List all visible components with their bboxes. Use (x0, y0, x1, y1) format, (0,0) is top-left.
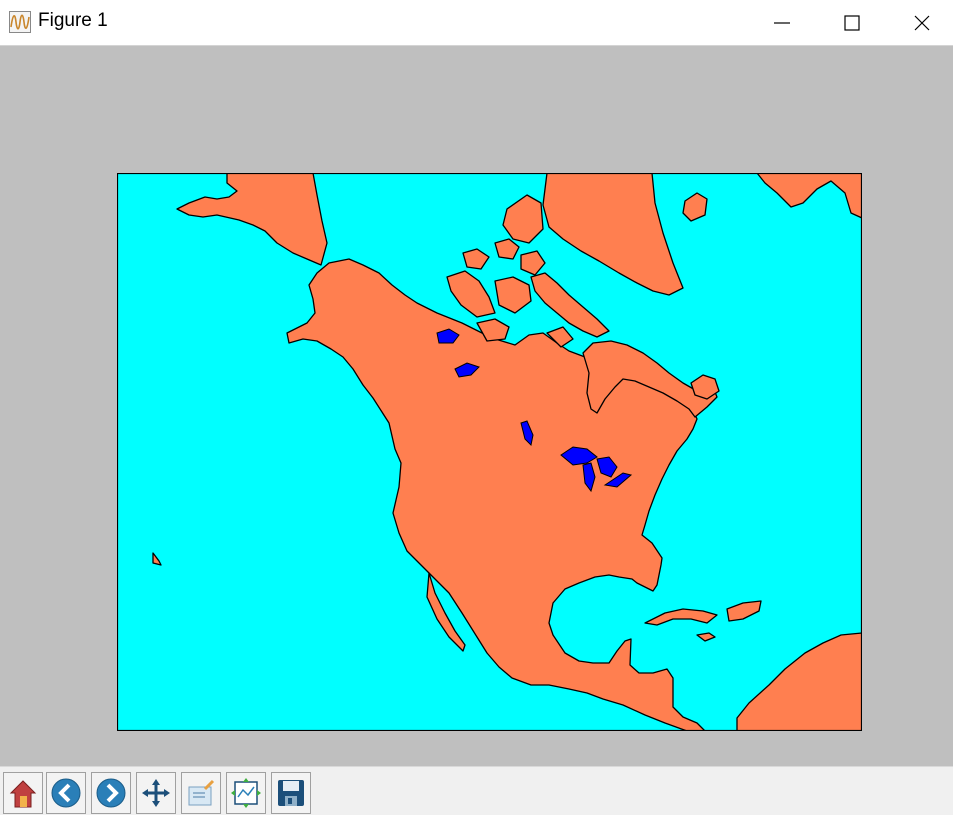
back-button[interactable] (46, 772, 86, 814)
zoom-rect-icon (188, 779, 215, 806)
minimize-icon (774, 21, 790, 24)
window-title: Figure 1 (38, 10, 108, 31)
forward-arrow-icon (96, 778, 126, 808)
back-arrow-icon (51, 778, 81, 808)
window-titlebar: Figure 1 (0, 0, 953, 45)
matplotlib-app-icon (9, 11, 31, 33)
save-button[interactable] (271, 772, 311, 814)
close-icon (914, 15, 930, 30)
maximize-button[interactable] (817, 0, 887, 45)
pan-arrows-icon (142, 779, 170, 807)
home-icon (9, 780, 37, 808)
zoom-button[interactable] (181, 772, 221, 814)
minimize-button[interactable] (747, 0, 817, 45)
pan-button[interactable] (136, 772, 176, 814)
floppy-disk-icon (278, 780, 304, 806)
subplots-config-icon (231, 778, 261, 808)
subplots-button[interactable] (226, 772, 266, 814)
close-button[interactable] (887, 0, 953, 45)
home-button[interactable] (3, 772, 43, 814)
north-america-map (117, 173, 862, 731)
figure-canvas[interactable] (0, 46, 953, 766)
maximize-icon (844, 14, 860, 31)
navigation-toolbar (0, 766, 953, 815)
forward-button[interactable] (91, 772, 131, 814)
